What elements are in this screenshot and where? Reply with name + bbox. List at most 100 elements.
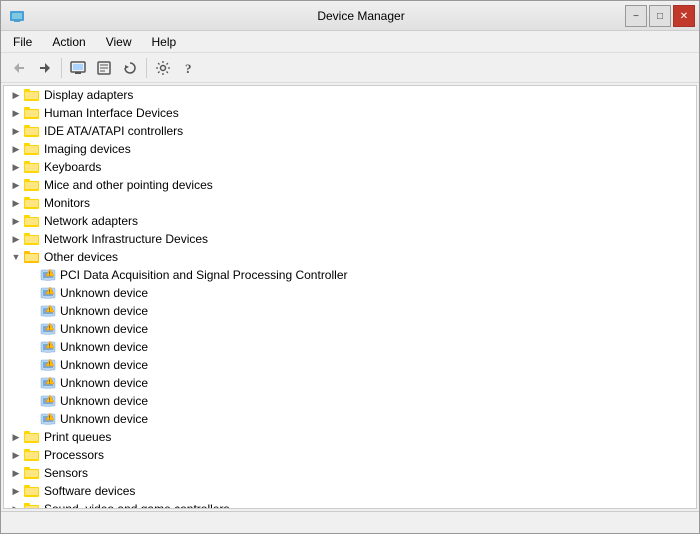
expand-toggle[interactable]: ▶ bbox=[8, 195, 24, 211]
tree-item-label: Sensors bbox=[44, 466, 88, 480]
folder-icon bbox=[24, 159, 40, 175]
content-area: ▶ Display adapters▶ Human Interface Devi… bbox=[1, 83, 699, 511]
tree-item-label: Software devices bbox=[44, 484, 135, 498]
menu-help[interactable]: Help bbox=[144, 33, 185, 51]
computer-button[interactable] bbox=[66, 56, 90, 80]
device-warning-icon: ! bbox=[40, 357, 56, 373]
folder-icon bbox=[24, 501, 40, 509]
tree-item-label: PCI Data Acquisition and Signal Processi… bbox=[60, 268, 347, 282]
tree-item[interactable]: ▼ Other devices bbox=[4, 248, 696, 266]
folder-icon bbox=[24, 231, 40, 247]
expand-toggle[interactable]: ▶ bbox=[8, 465, 24, 481]
menu-bar: File Action View Help bbox=[1, 31, 699, 53]
tree-item[interactable]: ▶ Keyboards bbox=[4, 158, 696, 176]
tree-item-label: IDE ATA/ATAPI controllers bbox=[44, 124, 183, 138]
menu-action[interactable]: Action bbox=[44, 33, 93, 51]
tree-item[interactable]: ! Unknown device bbox=[4, 392, 696, 410]
expand-toggle[interactable]: ▶ bbox=[8, 501, 24, 509]
tree-item[interactable]: ▶ Network Infrastructure Devices bbox=[4, 230, 696, 248]
help-button[interactable]: ? bbox=[177, 56, 201, 80]
toolbar: ? bbox=[1, 53, 699, 83]
tree-item[interactable]: ▶ Processors bbox=[4, 446, 696, 464]
tree-item[interactable]: ▶ IDE ATA/ATAPI controllers bbox=[4, 122, 696, 140]
tree-item[interactable]: ▶ Print queues bbox=[4, 428, 696, 446]
tree-item[interactable]: ▶ Network adapters bbox=[4, 212, 696, 230]
tree-item[interactable]: ▶ Monitors bbox=[4, 194, 696, 212]
tree-item[interactable]: ! PCI Data Acquisition and Signal Proces… bbox=[4, 266, 696, 284]
window-title: Device Manager bbox=[31, 9, 691, 23]
forward-button[interactable] bbox=[33, 56, 57, 80]
back-button[interactable] bbox=[7, 56, 31, 80]
menu-file[interactable]: File bbox=[5, 33, 40, 51]
tree-item-label: Unknown device bbox=[60, 394, 148, 408]
close-button[interactable]: ✕ bbox=[673, 5, 695, 27]
device-tree[interactable]: ▶ Display adapters▶ Human Interface Devi… bbox=[3, 85, 697, 509]
tree-item-label: Unknown device bbox=[60, 358, 148, 372]
device-warning-icon: ! bbox=[40, 303, 56, 319]
expand-toggle[interactable]: ▶ bbox=[8, 123, 24, 139]
device-manager-window: Device Manager − □ ✕ File Action View He… bbox=[0, 0, 700, 534]
svg-text:?: ? bbox=[185, 61, 192, 76]
tree-item-label: Network adapters bbox=[44, 214, 138, 228]
tree-item[interactable]: ▶ Human Interface Devices bbox=[4, 104, 696, 122]
expand-toggle[interactable]: ▶ bbox=[8, 141, 24, 157]
device-warning-icon: ! bbox=[40, 321, 56, 337]
tree-item[interactable]: ! Unknown device bbox=[4, 374, 696, 392]
tree-item[interactable]: ▶ Sensors bbox=[4, 464, 696, 482]
folder-icon bbox=[24, 123, 40, 139]
folder-icon bbox=[24, 447, 40, 463]
expand-toggle[interactable]: ▶ bbox=[8, 105, 24, 121]
tree-item-label: Processors bbox=[44, 448, 104, 462]
expand-toggle[interactable]: ▶ bbox=[8, 231, 24, 247]
folder-icon bbox=[24, 249, 40, 265]
expand-toggle[interactable]: ▶ bbox=[8, 213, 24, 229]
properties-button[interactable] bbox=[92, 56, 116, 80]
tree-item[interactable]: ▶ Sound, video and game controllers bbox=[4, 500, 696, 509]
tree-item[interactable]: ▶ Mice and other pointing devices bbox=[4, 176, 696, 194]
folder-icon bbox=[24, 177, 40, 193]
tree-item[interactable]: ▶ Imaging devices bbox=[4, 140, 696, 158]
settings-button[interactable] bbox=[151, 56, 175, 80]
tree-item[interactable]: ▶ Display adapters bbox=[4, 86, 696, 104]
tree-item-label: Human Interface Devices bbox=[44, 106, 179, 120]
toolbar-separator-1 bbox=[61, 58, 62, 78]
expand-toggle[interactable]: ▶ bbox=[8, 87, 24, 103]
status-bar bbox=[1, 511, 699, 533]
device-warning-icon: ! bbox=[40, 267, 56, 283]
refresh-button[interactable] bbox=[118, 56, 142, 80]
tree-item[interactable]: ! Unknown device bbox=[4, 410, 696, 428]
expand-toggle[interactable]: ▶ bbox=[8, 429, 24, 445]
tree-item[interactable]: ! Unknown device bbox=[4, 338, 696, 356]
tree-item-label: Mice and other pointing devices bbox=[44, 178, 213, 192]
device-warning-icon: ! bbox=[40, 411, 56, 427]
device-warning-icon: ! bbox=[40, 339, 56, 355]
tree-item[interactable]: ! Unknown device bbox=[4, 320, 696, 338]
expand-toggle[interactable]: ▼ bbox=[8, 249, 24, 265]
tree-item-label: Monitors bbox=[44, 196, 90, 210]
folder-icon bbox=[24, 213, 40, 229]
expand-toggle[interactable]: ▶ bbox=[8, 159, 24, 175]
tree-item-label: Imaging devices bbox=[44, 142, 131, 156]
toolbar-separator-2 bbox=[146, 58, 147, 78]
device-warning-icon: ! bbox=[40, 375, 56, 391]
status-text bbox=[5, 512, 695, 533]
tree-item-label: Unknown device bbox=[60, 412, 148, 426]
maximize-button[interactable]: □ bbox=[649, 5, 671, 27]
tree-item[interactable]: ! Unknown device bbox=[4, 302, 696, 320]
folder-icon bbox=[24, 465, 40, 481]
minimize-button[interactable]: − bbox=[625, 5, 647, 27]
expand-toggle[interactable]: ▶ bbox=[8, 447, 24, 463]
tree-item-label: Display adapters bbox=[44, 88, 133, 102]
folder-icon bbox=[24, 429, 40, 445]
expand-toggle[interactable]: ▶ bbox=[8, 483, 24, 499]
tree-item-label: Unknown device bbox=[60, 340, 148, 354]
folder-icon bbox=[24, 105, 40, 121]
tree-item[interactable]: ! Unknown device bbox=[4, 284, 696, 302]
tree-item-label: Network Infrastructure Devices bbox=[44, 232, 208, 246]
window-icon bbox=[9, 8, 25, 24]
menu-view[interactable]: View bbox=[98, 33, 140, 51]
tree-item[interactable]: ▶ Software devices bbox=[4, 482, 696, 500]
expand-toggle[interactable]: ▶ bbox=[8, 177, 24, 193]
tree-item[interactable]: ! Unknown device bbox=[4, 356, 696, 374]
folder-icon bbox=[24, 483, 40, 499]
